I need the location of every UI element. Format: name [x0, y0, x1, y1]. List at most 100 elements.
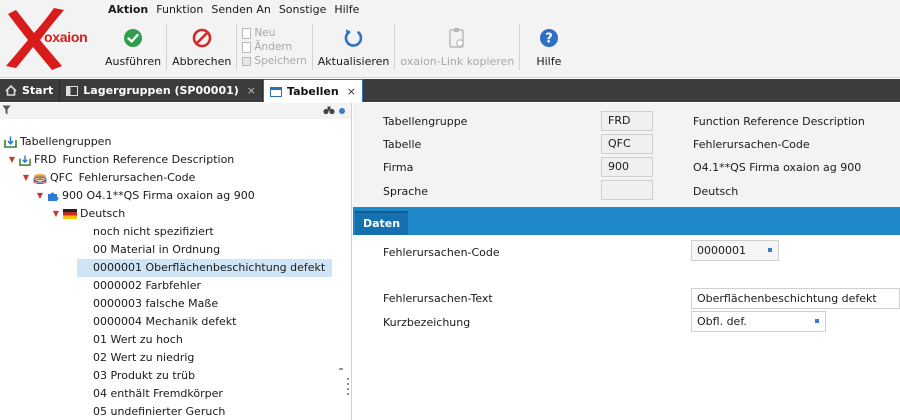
menu-funktion[interactable]: Funktion: [156, 3, 203, 19]
tree-item-selected[interactable]: 0000001 Oberflächenbeschichtung defekt: [77, 259, 332, 277]
tab-daten[interactable]: Daten: [355, 211, 409, 235]
tree-node-label: Fehlerursachen-Code: [78, 171, 196, 184]
german-flag-icon: [63, 209, 77, 219]
tree-item[interactable]: 0000003 falsche Maße: [93, 295, 218, 313]
tree-item[interactable]: 02 Wert zu niedrig: [93, 349, 194, 367]
tab-lagergruppen-label: Lagergruppen (SP00001): [83, 84, 239, 97]
tree-node-code: FRD: [34, 153, 57, 166]
refresh-label: Aktualisieren: [317, 55, 390, 68]
tree-item[interactable]: 05 undefinierter Geruch: [93, 403, 225, 420]
tab-tabellen[interactable]: Tabellen ×: [263, 79, 363, 102]
tree-node-deutsch[interactable]: ▼ Deutsch: [52, 205, 125, 223]
tree-node-label: Function Reference Description: [62, 153, 235, 166]
expand-caret-icon[interactable]: ▼: [22, 169, 30, 187]
tabelle-field: QFC: [601, 134, 653, 154]
home-icon: [5, 85, 17, 96]
scrollbar-thumb[interactable]: [339, 368, 343, 370]
logo-text: oxaion: [44, 29, 88, 45]
binoculars-icon[interactable]: [323, 105, 335, 115]
sprache-field: [601, 180, 653, 200]
save-label: Speichern: [254, 55, 307, 67]
check-circle-icon: [122, 27, 144, 49]
field-marker-icon: [768, 248, 772, 252]
menu-senden-an[interactable]: Senden An: [211, 3, 270, 19]
toolbar: Ausführen Abbrechen Neu Ändern Speichern…: [100, 22, 577, 72]
tree-item[interactable]: 0000004 Mechanik defekt: [93, 313, 236, 331]
tree-item-label: 0000004 Mechanik defekt: [93, 315, 237, 328]
tab-start-label: Start: [22, 84, 54, 97]
expand-caret-icon[interactable]: ▼: [36, 187, 44, 205]
tree-item[interactable]: noch nicht spezifiziert: [93, 223, 214, 241]
refresh-button[interactable]: Aktualisieren: [313, 22, 395, 72]
new-doc-icon: [242, 27, 252, 39]
tree-node-firma[interactable]: ▼ 900 O4.1**QS Firma oxaion ag 900: [36, 187, 255, 205]
edit-doc-icon: [242, 41, 252, 53]
edit-button-group: Neu Ändern Speichern: [237, 22, 311, 72]
execute-label: Ausführen: [105, 55, 162, 68]
copy-link-label: oxaion-Link kopieren: [400, 55, 515, 68]
menu-hilfe[interactable]: Hilfe: [334, 3, 359, 19]
tree-group-icon: [4, 136, 17, 148]
status-dot-icon: [339, 108, 345, 114]
tree-node-label: Deutsch: [80, 207, 126, 220]
field-marker-icon: [815, 319, 819, 323]
cancel-label: Abbrechen: [172, 55, 232, 68]
tree-item[interactable]: 00 Material in Ordnung: [93, 241, 220, 259]
tab-tabellen-label: Tabellen: [287, 84, 339, 98]
tree-panel: Tabellengruppen ▼ FRD Function Reference…: [0, 103, 352, 420]
menu-bar: Aktion Funktion Senden An Sonstige Hilfe: [108, 3, 359, 19]
tabellengruppe-label: Tabellengruppe: [383, 115, 468, 128]
tree-item-label: 02 Wert zu niedrig: [93, 351, 195, 364]
tree-item-label: 00 Material in Ordnung: [93, 243, 221, 256]
close-icon[interactable]: ×: [347, 85, 356, 98]
execute-button[interactable]: Ausführen: [100, 22, 166, 72]
splitter-handle[interactable]: [347, 378, 350, 398]
expand-caret-icon[interactable]: ▼: [8, 151, 16, 169]
tree-item[interactable]: 01 Wert zu hoch: [93, 331, 183, 349]
tree-item-label: 04 enthält Fremdkörper: [93, 387, 223, 400]
code-input[interactable]: 0000001: [691, 240, 779, 261]
save-button[interactable]: Speichern: [242, 55, 307, 68]
tree-item[interactable]: 0000002 Farbfehler: [93, 277, 201, 295]
expand-caret-icon[interactable]: ▼: [52, 205, 60, 223]
tabellengruppe-field: FRD: [601, 111, 653, 131]
tree-node-label: Tabellengruppen: [20, 135, 112, 148]
tab-bar: Start Lagergruppen (SP00001) × Tabellen …: [0, 79, 900, 102]
change-button[interactable]: Ändern: [242, 41, 306, 54]
tree-node-frd[interactable]: ▼ FRD Function Reference Description: [8, 151, 234, 169]
menu-aktion[interactable]: Aktion: [108, 3, 148, 19]
close-icon[interactable]: ×: [247, 84, 256, 97]
help-circle-icon: ?: [538, 27, 560, 49]
tree-item[interactable]: 03 Produkt zu trüb: [93, 367, 195, 385]
tabelle-description: Fehlerursachen-Code: [693, 138, 810, 151]
help-label: Hilfe: [536, 55, 562, 68]
new-button[interactable]: Neu: [242, 27, 306, 40]
tree-item-label: 05 undefinierter Geruch: [93, 405, 226, 418]
short-label: Kurzbezeichung: [383, 316, 471, 329]
tab-start[interactable]: Start: [0, 79, 61, 102]
cancel-button[interactable]: Abbrechen: [167, 22, 236, 72]
copy-link-button[interactable]: oxaion-Link kopieren: [395, 22, 519, 72]
firma-description: O4.1**QS Firma oxaion ag 900: [693, 161, 862, 174]
short-input[interactable]: Obfl. def.: [691, 311, 826, 332]
code-label: Fehlerursachen-Code: [383, 246, 500, 259]
tree-item-label: noch nicht spezifiziert: [93, 225, 214, 238]
header-fields: Tabellengruppe FRD Function Reference De…: [353, 103, 900, 207]
refresh-icon: [343, 27, 365, 49]
window-icon: [66, 86, 79, 96]
tree-node-root[interactable]: Tabellengruppen: [4, 133, 111, 151]
text-input[interactable]: Oberflächenbeschichtung defekt: [691, 288, 900, 309]
tab-lagergruppen[interactable]: Lagergruppen (SP00001) ×: [60, 79, 264, 102]
filter-icon[interactable]: [2, 105, 11, 115]
tree-toolbar: [0, 103, 351, 119]
tree-item[interactable]: 04 enthält Fremdkörper: [93, 385, 223, 403]
tree-group-icon: [19, 154, 31, 166]
menu-sonstige[interactable]: Sonstige: [279, 3, 327, 19]
help-button[interactable]: ? Hilfe: [520, 22, 577, 72]
change-label: Ändern: [254, 41, 293, 53]
tree-item-label: 01 Wert zu hoch: [93, 333, 183, 346]
puzzle-icon: [48, 192, 59, 201]
firma-label: Firma: [383, 161, 414, 174]
tree-node-qfc[interactable]: ▼ QFC Fehlerursachen-Code: [22, 169, 195, 187]
section-header: Daten: [353, 207, 900, 235]
